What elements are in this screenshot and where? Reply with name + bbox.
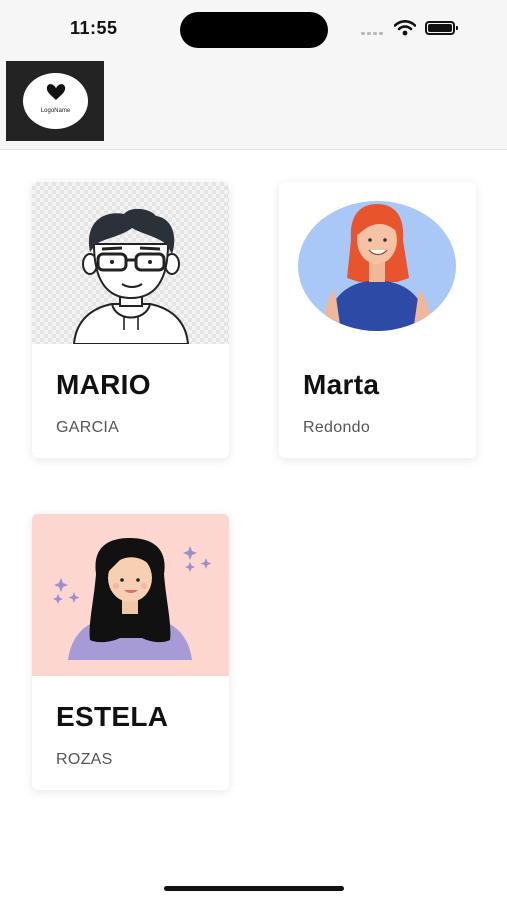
dynamic-island — [180, 12, 328, 48]
man-with-glasses-avatar — [72, 208, 190, 344]
app-header: LogoName — [0, 56, 507, 150]
logo-badge: LogoName — [23, 73, 88, 129]
wifi-icon — [394, 20, 416, 36]
profile-card-mario[interactable]: MARIO GARCIA — [32, 182, 229, 458]
logo-text: LogoName — [40, 108, 71, 114]
profile-image-marta — [279, 182, 476, 344]
profile-image-mario — [32, 182, 229, 344]
profile-card-estela[interactable]: ESTELA ROZAS — [32, 514, 229, 790]
profile-image-estela — [32, 514, 229, 676]
profile-surname: Redondo — [303, 419, 371, 436]
status-bar: 11:55 — [0, 0, 507, 56]
home-indicator[interactable] — [164, 886, 344, 891]
logo[interactable]: LogoName — [6, 61, 104, 141]
profile-card-marta[interactable]: Marta Redondo — [279, 182, 476, 458]
profile-surname: GARCIA — [56, 419, 120, 436]
woman-black-hair-avatar — [53, 538, 212, 660]
battery-icon — [425, 21, 458, 35]
woman-red-hair-avatar — [298, 201, 456, 331]
profile-surname: ROZAS — [56, 751, 113, 768]
profile-name: Marta — [303, 369, 380, 400]
profile-name: MARIO — [56, 369, 151, 400]
signal-icon — [361, 30, 387, 36]
profile-name: ESTELA — [56, 701, 169, 732]
heart-wings-icon — [46, 84, 66, 100]
status-time: 11:55 — [70, 18, 118, 38]
